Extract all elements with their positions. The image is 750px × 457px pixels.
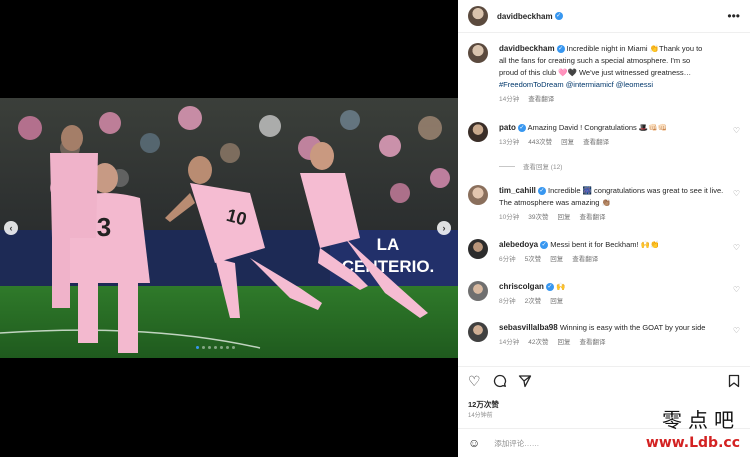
verified-badge-icon: ✓ xyxy=(556,45,565,54)
comment-icon[interactable] xyxy=(493,374,507,390)
carousel-dot xyxy=(214,346,217,349)
carousel-dots xyxy=(196,346,235,349)
caption-text-2: all the fans for creating such a special… xyxy=(499,56,691,65)
author-username[interactable]: davidbeckham xyxy=(497,12,553,21)
avatar[interactable] xyxy=(468,239,488,259)
media-area: LA CENTERIO. 3 10 ‹ › xyxy=(0,0,458,457)
caption-time: 14分钟 xyxy=(499,96,520,103)
comment-translate-link[interactable]: 查看翻译 xyxy=(579,212,605,224)
verified-badge-icon: ✓ xyxy=(554,12,563,20)
more-icon[interactable]: ••• xyxy=(727,9,740,23)
comment-translate-link[interactable]: 查看翻译 xyxy=(579,337,605,349)
photo-illustration: LA CENTERIO. 3 10 xyxy=(0,98,458,358)
action-bar: ♡ xyxy=(458,366,750,394)
carousel-dot xyxy=(196,346,199,349)
comment-time: 8分钟 xyxy=(499,298,516,305)
view-replies-button[interactable]: 查看回复 (12) xyxy=(499,161,562,171)
heart-icon[interactable]: ♡ xyxy=(733,285,740,294)
carousel-dot xyxy=(220,346,223,349)
verified-badge-icon: ✓ xyxy=(537,187,546,196)
comment-username[interactable]: sebasvillalba98 xyxy=(499,323,558,332)
comment-translate-link[interactable]: 查看翻译 xyxy=(583,137,609,149)
avatar[interactable] xyxy=(468,185,488,205)
share-icon[interactable] xyxy=(518,374,532,390)
comment-username[interactable]: chriscolgan xyxy=(499,282,544,291)
post-panel: davidbeckham ✓ ••• davidbeckham ✓ Incredi… xyxy=(458,0,750,457)
comment-item: alebedoya ✓ Messi bent it for Beckham! 🙌👏… xyxy=(468,239,744,266)
heart-icon[interactable]: ♡ xyxy=(733,326,740,335)
carousel-dot xyxy=(232,346,235,349)
ad-board-text-1: LA xyxy=(377,235,400,254)
comment-reply-button[interactable]: 回复 xyxy=(550,296,563,308)
caption-text-1: Incredible night in Miami 👏Thank you to xyxy=(566,44,703,53)
carousel-dot xyxy=(202,346,205,349)
comment-username[interactable]: pato xyxy=(499,123,516,132)
comment-text: Winning is easy with the GOAT by your si… xyxy=(559,323,706,332)
post-timestamp: 14分钟前 xyxy=(468,413,493,419)
comment-item: tim_cahill ✓ Incredible 🎆 congratulations… xyxy=(468,185,744,224)
post-header: davidbeckham ✓ ••• xyxy=(458,0,750,33)
bookmark-icon[interactable] xyxy=(728,374,740,390)
carousel-dot xyxy=(226,346,229,349)
verified-badge-icon: ✓ xyxy=(540,241,549,250)
avatar[interactable] xyxy=(468,6,488,26)
caption-username[interactable]: davidbeckham xyxy=(499,44,555,53)
comment-time: 13分钟 xyxy=(499,139,520,146)
comment-likes[interactable]: 39次赞 xyxy=(528,212,548,224)
svg-text:3: 3 xyxy=(97,212,111,242)
verified-badge-icon: ✓ xyxy=(545,283,554,292)
emoji-icon[interactable]: ☺ xyxy=(468,436,480,450)
comment-likes[interactable]: 42次赞 xyxy=(528,337,548,349)
avatar[interactable] xyxy=(468,322,488,342)
comment-item: chriscolgan ✓ 🙌 8分钟 2次赞 回复 ♡ xyxy=(468,281,744,308)
avatar[interactable] xyxy=(468,122,488,142)
comment-reply-button[interactable]: 回复 xyxy=(561,137,574,149)
comment-time: 14分钟 xyxy=(499,339,520,346)
caption-translate-link[interactable]: 查看翻译 xyxy=(528,94,554,106)
comment-reply-button[interactable]: 回复 xyxy=(557,212,570,224)
carousel-prev-button[interactable]: ‹ xyxy=(4,221,18,235)
comment-likes[interactable]: 2次赞 xyxy=(525,296,542,308)
comment-input[interactable] xyxy=(494,438,695,448)
caption-text-3: proud of this club 🩷🖤 We've just witness… xyxy=(499,68,692,77)
likes-count[interactable]: 12万次赞 xyxy=(468,399,499,410)
caption: davidbeckham ✓ Incredible night in Miami … xyxy=(468,43,744,106)
verified-badge-icon: ✓ xyxy=(517,124,526,133)
comment-username[interactable]: tim_cahill xyxy=(499,186,536,195)
comment-item: pato ✓ Amazing David ! Congratulations 🎩👊… xyxy=(468,122,744,149)
comment-reply-button[interactable]: 回复 xyxy=(557,337,570,349)
caption-hashtags[interactable]: #FreedomToDream @intermiamicf @leomessi xyxy=(499,79,735,91)
ad-board-text-2: CENTERIO. xyxy=(342,257,435,276)
comment-likes[interactable]: 5次赞 xyxy=(525,254,542,266)
heart-icon[interactable]: ♡ xyxy=(733,189,740,198)
carousel-dot xyxy=(208,346,211,349)
comment-reply-button[interactable]: 回复 xyxy=(550,254,563,266)
view-replies-label: 查看回复 (12) xyxy=(523,164,563,171)
comment-username[interactable]: alebedoya xyxy=(499,240,538,249)
post-photo[interactable]: LA CENTERIO. 3 10 xyxy=(0,98,458,358)
comment-time: 6分钟 xyxy=(499,256,516,263)
comment-box: ☺ xyxy=(458,428,750,457)
comment-text: 🙌 xyxy=(556,282,566,291)
comments-list[interactable]: davidbeckham ✓ Incredible night in Miami … xyxy=(458,33,750,363)
heart-icon[interactable]: ♡ xyxy=(733,243,740,252)
comment-likes[interactable]: 443次赞 xyxy=(528,137,552,149)
avatar[interactable] xyxy=(468,43,488,63)
comment-text: Messi bent it for Beckham! 🙌👏 xyxy=(550,240,660,249)
carousel-next-button[interactable]: › xyxy=(437,221,451,235)
heart-icon[interactable]: ♡ xyxy=(733,126,740,135)
avatar[interactable] xyxy=(468,281,488,301)
comment-text: Amazing David ! Congratulations 🎩👊🏻👊🏻 xyxy=(527,123,667,132)
heart-icon[interactable]: ♡ xyxy=(468,374,481,388)
comment-translate-link[interactable]: 查看翻译 xyxy=(572,254,598,266)
divider xyxy=(499,165,515,167)
comment-time: 10分钟 xyxy=(499,214,520,221)
comment-item: sebasvillalba98 Winning is easy with the… xyxy=(468,322,744,349)
